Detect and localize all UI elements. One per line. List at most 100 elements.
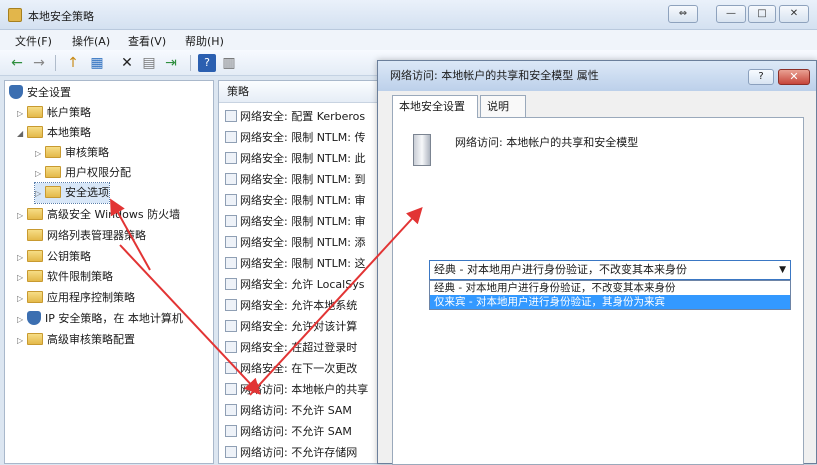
tab-explain[interactable]: 说明 bbox=[480, 95, 526, 117]
policy-icon bbox=[225, 299, 237, 311]
policy-row-label: 网络安全: 在下一次更改 bbox=[240, 362, 358, 375]
policy-name-label: 网络访问: 本地帐户的共享和安全模型 bbox=[455, 136, 639, 149]
tree-item-software-restriction[interactable]: ▷ 软件限制策略 bbox=[17, 267, 113, 287]
back-icon[interactable]: ← bbox=[8, 54, 26, 72]
chevron-down-icon[interactable]: ▼ bbox=[779, 261, 786, 279]
up-folder-icon[interactable]: ↑ bbox=[64, 54, 82, 72]
option-classic[interactable]: 经典 - 对本地用户进行身份验证，不改变其本来身份 bbox=[430, 281, 790, 295]
policy-icon bbox=[225, 383, 237, 395]
export-list-icon[interactable]: ⇥ bbox=[162, 54, 180, 72]
policy-icon bbox=[225, 341, 237, 353]
maximize-button[interactable]: □ bbox=[748, 5, 776, 23]
policy-row[interactable]: 网络访问: 不允许 SAM bbox=[225, 422, 352, 442]
policy-icon bbox=[225, 236, 237, 248]
policy-row-label: 网络安全: 限制 NTLM: 审 bbox=[240, 215, 366, 228]
dialog-close-button[interactable]: ✕ bbox=[778, 69, 810, 85]
folder-icon bbox=[27, 270, 43, 282]
folder-icon bbox=[27, 229, 43, 241]
server-icon bbox=[413, 134, 431, 166]
open-folder-icon bbox=[27, 126, 43, 138]
policy-row[interactable]: 网络安全: 限制 NTLM: 审 bbox=[225, 212, 365, 232]
column-header-policy[interactable]: 策略 bbox=[219, 81, 387, 103]
policy-icon bbox=[225, 257, 237, 269]
menu-action[interactable]: 操作(A) bbox=[72, 33, 110, 49]
policy-row[interactable]: 网络安全: 允许对该计算 bbox=[225, 317, 357, 337]
policy-row[interactable]: 网络访问: 不允许存储网 bbox=[225, 443, 357, 463]
policy-row-label: 网络安全: 在超过登录时 bbox=[240, 341, 358, 354]
menu-help[interactable]: 帮助(H) bbox=[185, 33, 224, 49]
menu-file[interactable]: 文件(F) bbox=[15, 33, 52, 49]
policy-row[interactable]: 网络安全: 限制 NTLM: 这 bbox=[225, 254, 365, 274]
security-policy-icon bbox=[8, 8, 22, 22]
tree-item-firewall[interactable]: ▷ 高级安全 Windows 防火墙 bbox=[17, 205, 180, 225]
policy-row[interactable]: 网络安全: 在超过登录时 bbox=[225, 338, 357, 358]
policy-icon bbox=[225, 173, 237, 185]
toolbar-separator bbox=[55, 55, 56, 71]
tree-item-public-key[interactable]: ▷ 公钥策略 bbox=[17, 247, 91, 267]
minimize-button[interactable]: — bbox=[716, 5, 746, 23]
view-icon[interactable]: ▥ bbox=[220, 54, 238, 72]
policy-icon bbox=[225, 194, 237, 206]
option-guest-only[interactable]: 仅来宾 - 对本地用户进行身份验证，其身份为来宾 bbox=[430, 295, 790, 309]
policy-row-label: 网络安全: 限制 NTLM: 此 bbox=[240, 152, 366, 165]
folder-icon bbox=[45, 146, 61, 158]
policy-icon bbox=[225, 215, 237, 227]
properties-icon[interactable]: ▤ bbox=[140, 54, 158, 72]
policy-row-label: 网络访问: 本地帐户的共享 bbox=[240, 383, 369, 396]
folder-icon bbox=[27, 208, 43, 220]
tree-item-user-rights[interactable]: ▷ 用户权限分配 bbox=[35, 163, 131, 183]
tab-local-security-setting[interactable]: 本地安全设置 bbox=[392, 95, 478, 118]
tree-item-audit-policy[interactable]: ▷ 审核策略 bbox=[35, 143, 109, 163]
policy-row[interactable]: 网络安全: 限制 NTLM: 此 bbox=[225, 149, 365, 169]
menu-bar: 文件(F) 操作(A) 查看(V) 帮助(H) bbox=[0, 30, 817, 50]
tree-item-local-policies[interactable]: ◢ 本地策略 bbox=[17, 123, 91, 143]
policy-row[interactable]: 网络安全: 允许本地系统 bbox=[225, 296, 357, 316]
tree-item-advanced-audit[interactable]: ▷ 高级审核策略配置 bbox=[17, 330, 135, 350]
policy-row-label: 网络安全: 限制 NTLM: 添 bbox=[240, 236, 366, 249]
policy-row-label: 网络安全: 允许 LocalSys bbox=[240, 278, 365, 291]
folder-icon bbox=[27, 291, 43, 303]
folder-icon bbox=[45, 186, 61, 198]
policy-row[interactable]: 网络安全: 在下一次更改 bbox=[225, 359, 357, 379]
tree-item-ip-security[interactable]: ▷ IP 安全策略，在 本地计算机 bbox=[17, 309, 183, 329]
policy-row[interactable]: 网络安全: 限制 NTLM: 传 bbox=[225, 128, 365, 148]
policy-row[interactable]: 网络安全: 限制 NTLM: 审 bbox=[225, 191, 365, 211]
tree-item-app-control[interactable]: ▷ 应用程序控制策略 bbox=[17, 288, 135, 308]
policy-row-label: 网络安全: 允许对该计算 bbox=[240, 320, 358, 333]
policy-row[interactable]: 网络安全: 限制 NTLM: 到 bbox=[225, 170, 365, 190]
policy-list: 策略 网络安全: 配置 Kerberos 网络安全: 限制 NTLM: 传网络安全… bbox=[218, 80, 388, 464]
console-tree: 安全设置 ▷ 帐户策略 ◢ 本地策略 ▷ 审核策略 ▷ 用户权限分配 ▷ 安全选项 ▷ 高级… bbox=[4, 80, 214, 464]
policy-icon bbox=[225, 152, 237, 164]
folder-icon bbox=[27, 333, 43, 345]
policy-row[interactable]: 网络访问: 不允许 SAM bbox=[225, 401, 352, 421]
delete-icon[interactable]: ✕ bbox=[118, 54, 136, 72]
policy-row[interactable]: 网络安全: 配置 Kerberos bbox=[225, 107, 365, 127]
policy-icon bbox=[225, 446, 237, 458]
toolbar-separator bbox=[190, 55, 191, 71]
title-bar: 本地安全策略 ⇔ — □ ✕ bbox=[0, 0, 817, 30]
tree-item-security-settings[interactable]: 安全设置 bbox=[9, 83, 71, 103]
policy-row-label: 网络访问: 不允许存储网 bbox=[240, 446, 358, 459]
policy-row-label: 网络安全: 允许本地系统 bbox=[240, 299, 358, 312]
tree-item-account-policies[interactable]: ▷ 帐户策略 bbox=[17, 103, 91, 123]
policy-row-label: 网络安全: 限制 NTLM: 审 bbox=[240, 194, 366, 207]
help-icon[interactable]: ? bbox=[198, 54, 216, 72]
policy-row-label: 网络安全: 配置 Kerberos bbox=[240, 110, 366, 123]
policy-icon bbox=[225, 278, 237, 290]
menu-view[interactable]: 查看(V) bbox=[128, 33, 166, 49]
tree-item-security-options[interactable]: ▷ 安全选项 bbox=[34, 182, 110, 204]
sharing-model-options: 经典 - 对本地用户进行身份验证，不改变其本来身份 仅来宾 - 对本地用户进行身… bbox=[429, 280, 791, 310]
policy-icon bbox=[225, 110, 237, 122]
tree-item-network-list[interactable]: 网络列表管理器策略 bbox=[27, 226, 146, 246]
restore-icon[interactable]: ⇔ bbox=[668, 5, 698, 23]
policy-icon bbox=[225, 362, 237, 374]
forward-icon[interactable]: → bbox=[30, 54, 48, 72]
close-button[interactable]: ✕ bbox=[779, 5, 809, 23]
help-button[interactable]: ? bbox=[748, 69, 774, 85]
sharing-model-select[interactable]: 经典 - 对本地用户进行身份验证，不改变其本来身份 ▼ bbox=[429, 260, 791, 280]
policy-row[interactable]: 网络访问: 本地帐户的共享 bbox=[225, 380, 368, 400]
show-hide-tree-icon[interactable]: ▦ bbox=[88, 54, 106, 72]
policy-row[interactable]: 网络安全: 允许 LocalSys bbox=[225, 275, 364, 295]
selected-option: 经典 - 对本地用户进行身份验证，不改变其本来身份 bbox=[434, 263, 687, 276]
policy-row[interactable]: 网络安全: 限制 NTLM: 添 bbox=[225, 233, 365, 253]
